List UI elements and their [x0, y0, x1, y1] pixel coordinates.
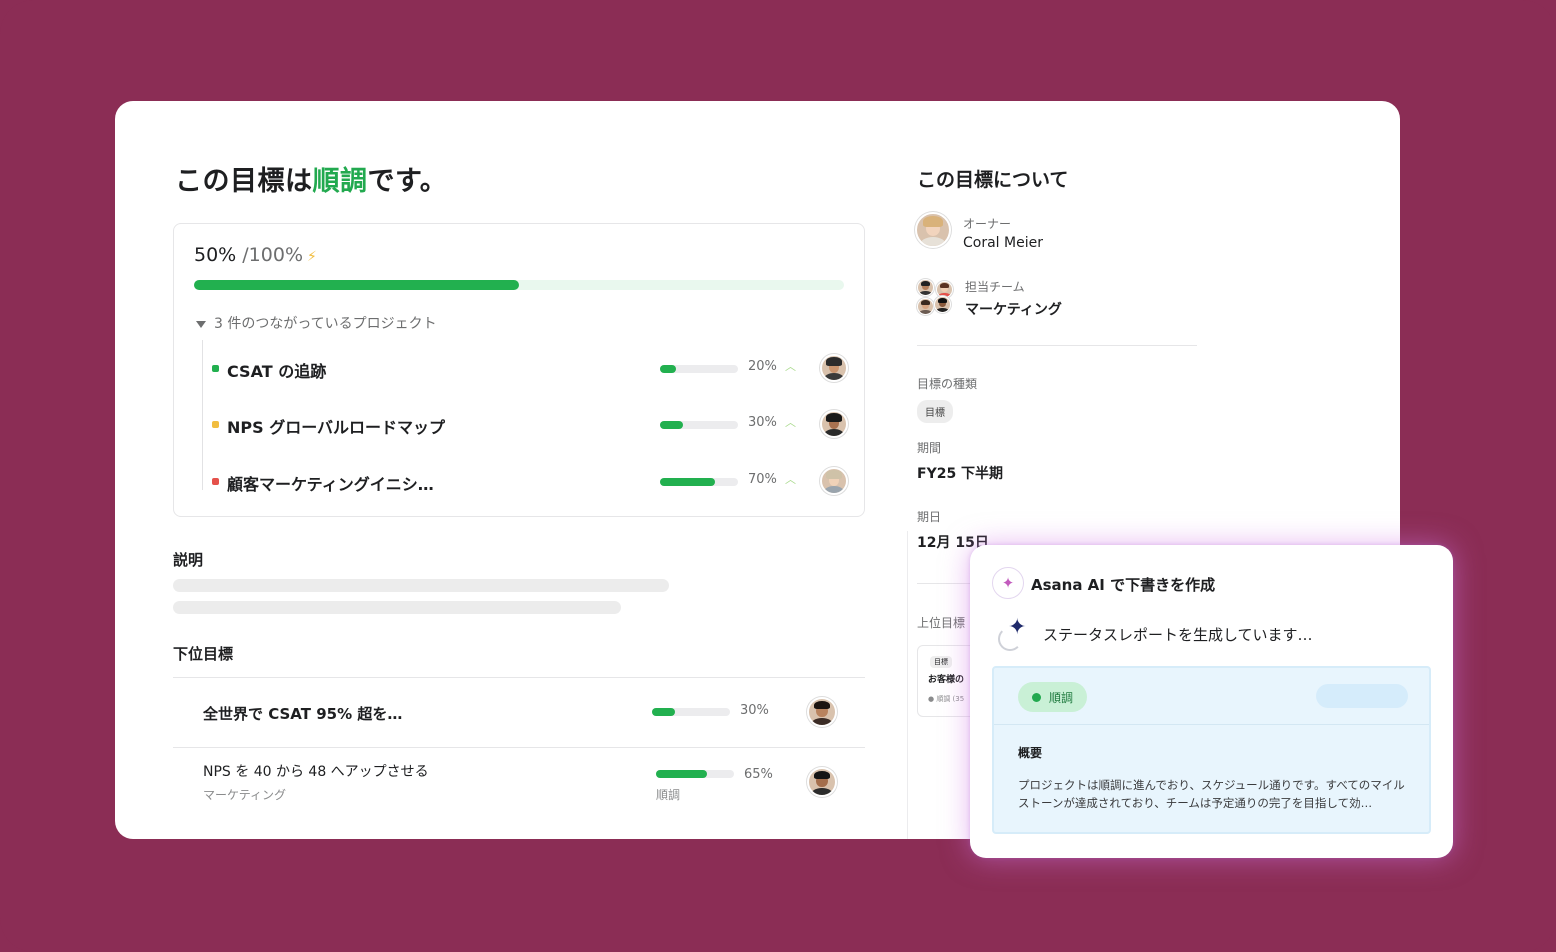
period-label: 期間	[917, 441, 942, 455]
parent-goal-name: お客様の	[928, 675, 965, 685]
divider	[917, 583, 977, 584]
chevron-up-icon: ︿	[785, 360, 796, 373]
period-value[interactable]: FY25 下半期	[917, 463, 1003, 483]
goal-progress-fill	[194, 280, 519, 290]
asana-ai-sparkle-icon: ✦	[992, 567, 1024, 599]
avatar[interactable]	[820, 467, 848, 495]
subgoal-status: 順調	[656, 788, 681, 802]
goal-type-label: 目標の種類	[917, 377, 978, 391]
linked-project-row[interactable]: NPS グローバルロードマップ 30% ︿	[212, 410, 848, 440]
goal-status-headline: この目標は順調です。	[175, 166, 448, 197]
divider	[994, 724, 1429, 725]
loading-spinner-icon: ✦	[996, 615, 1030, 651]
description-placeholder-line	[173, 579, 669, 592]
avatar	[934, 296, 951, 313]
project-progress-bar	[660, 365, 738, 373]
chevron-up-icon: ︿	[785, 416, 796, 429]
summary-text: プロジェクトは順調に進んでおり、スケジュール通りです。すべてのマイルストーンが達…	[1018, 778, 1405, 810]
project-name: NPS グローバルロードマップ	[227, 418, 446, 437]
linked-project-row[interactable]: CSAT の追跡 20% ︿	[212, 354, 848, 384]
project-color-dot	[212, 421, 219, 428]
subgoal-progress-percent: 30%	[740, 703, 769, 718]
avatar	[917, 279, 934, 296]
project-progress-percent: 20%	[748, 359, 777, 374]
sparkle-icon: ✦	[1008, 615, 1027, 640]
tree-connector	[202, 340, 203, 490]
goal-progress-panel: 50% /100% ⚡ 3 件のつながっているプロジェクト CSAT の追跡 20…	[173, 223, 865, 517]
column-divider	[907, 531, 908, 839]
subgoal-progress-percent: 65%	[744, 767, 773, 782]
status-report-draft: 順調 概要 プロジェクトは順調に進んでおり、スケジュール通りです。すべてのマイル…	[992, 666, 1431, 834]
status-dot-icon	[1032, 692, 1041, 702]
linked-projects-toggle[interactable]: 3 件のつながっているプロジェクト	[196, 313, 437, 333]
project-color-dot	[212, 365, 219, 372]
avatar[interactable]	[807, 767, 837, 797]
status-pill[interactable]: 順調	[1018, 682, 1088, 712]
subgoals-label: 下位目標	[173, 645, 234, 663]
project-progress-bar	[660, 421, 738, 429]
description-label: 説明	[173, 551, 204, 569]
subgoal-row[interactable]: NPS を 40 から 48 へアップさせる マーケティング 65% 順調	[203, 761, 853, 805]
parent-goal-label: 上位目標	[917, 616, 966, 630]
project-color-dot	[212, 478, 219, 485]
project-progress-fill	[660, 478, 715, 486]
about-goal-title: この目標について	[917, 169, 1069, 191]
parent-goal-status: ● 順調 (35	[928, 695, 965, 703]
divider	[173, 677, 865, 678]
ai-generating-status: ステータスレポートを生成しています…	[1043, 626, 1313, 644]
description-placeholder-line	[173, 601, 621, 614]
avatar[interactable]	[820, 410, 848, 438]
subgoal-progress-fill	[652, 708, 676, 716]
project-name: 顧客マーケティングイニシ…	[227, 475, 434, 494]
project-progress-fill	[660, 365, 676, 373]
linked-project-row[interactable]: 顧客マーケティングイニシ… 70% ︿	[212, 467, 848, 497]
project-progress-percent: 70%	[748, 472, 777, 487]
owner-name[interactable]: Coral Meier	[963, 235, 1043, 251]
avatar[interactable]	[807, 697, 837, 727]
project-progress-percent: 30%	[748, 415, 777, 430]
goal-progress-bar	[194, 280, 844, 290]
team-name[interactable]: マーケティング	[965, 299, 1062, 319]
lightning-icon: ⚡	[307, 249, 317, 265]
divider	[917, 345, 1197, 346]
parent-goal-tag: 目標	[930, 656, 952, 668]
on-track-status-text: 順調	[312, 166, 368, 197]
caret-down-icon	[196, 321, 206, 328]
summary-label: 概要	[1018, 746, 1043, 760]
placeholder-pill	[1316, 684, 1408, 708]
team-avatars	[917, 279, 953, 315]
background-frame: この目標は順調です。 50% /100% ⚡ 3 件のつながっているプロジェクト …	[0, 0, 1556, 952]
due-date-label: 期日	[917, 510, 942, 524]
divider	[173, 747, 865, 748]
subgoal-progress-fill	[656, 770, 707, 778]
subgoal-progress-bar	[656, 770, 734, 778]
project-progress-bar	[660, 478, 738, 486]
goal-progress-value: 50% /100% ⚡	[194, 244, 317, 266]
chevron-up-icon: ︿	[785, 473, 796, 486]
owner-label: オーナー	[963, 217, 1012, 231]
avatar[interactable]	[820, 354, 848, 382]
goal-type-chip: 目標	[917, 400, 953, 423]
subgoal-row[interactable]: 全世界で CSAT 95% 超を… 30%	[203, 695, 853, 731]
owner-avatar[interactable]	[915, 212, 951, 248]
asana-ai-draft-popup: ✦ Asana AI で下書きを作成 ✦ ステータスレポートを生成しています… …	[970, 545, 1453, 858]
project-progress-fill	[660, 421, 684, 429]
subgoal-owner: マーケティング	[203, 788, 287, 802]
subgoal-progress-bar	[652, 708, 730, 716]
avatar	[917, 298, 934, 315]
project-name: CSAT の追跡	[227, 362, 327, 381]
ai-popup-title: Asana AI で下書きを作成	[1031, 576, 1216, 594]
team-label: 担当チーム	[965, 280, 1025, 294]
